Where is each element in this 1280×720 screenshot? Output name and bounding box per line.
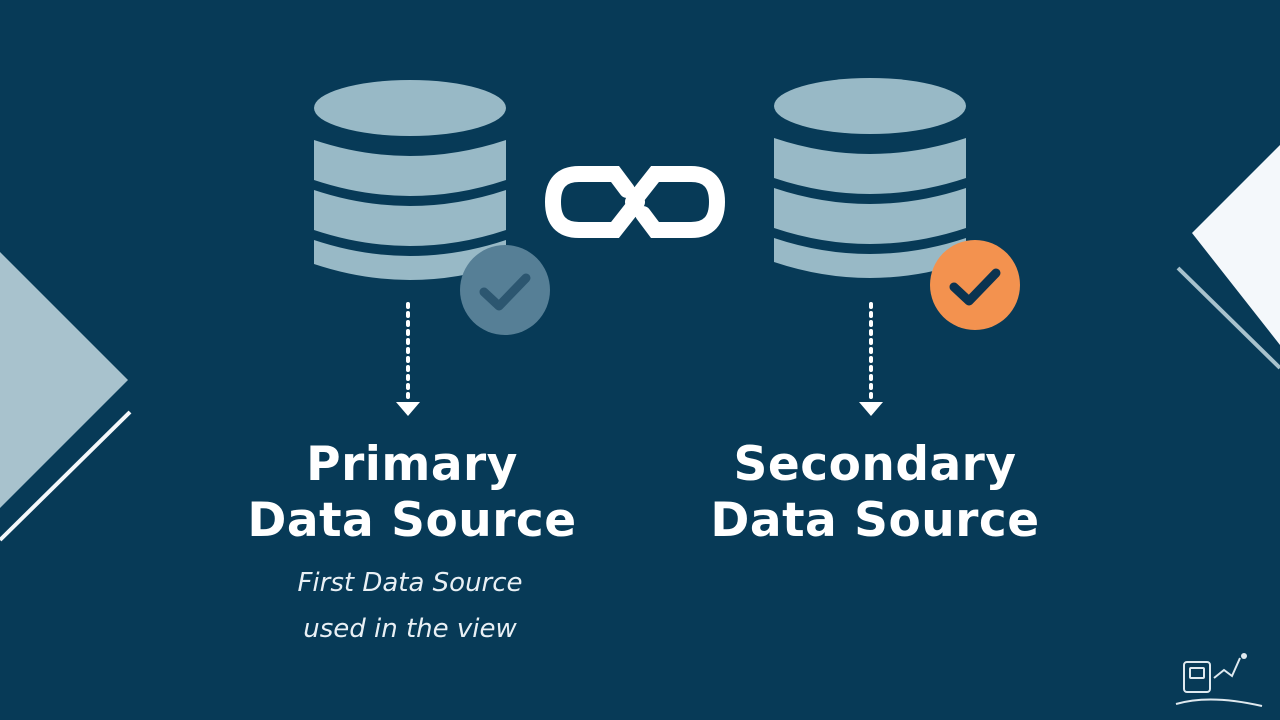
right-line-decoration — [1176, 266, 1280, 370]
primary-data-source-description: First Data Source used in the view — [250, 560, 570, 652]
primary-check-circle-icon — [460, 245, 550, 335]
primary-title-line-2: Data Source — [247, 493, 577, 548]
secondary-dotted-arrow-down-icon — [859, 302, 883, 416]
primary-data-source-title: Primary Data Source — [232, 437, 592, 549]
chain-link-icon — [545, 166, 725, 238]
slide: Primary Data Source Secondary Data Sourc… — [0, 0, 1280, 720]
primary-subtitle-line-1: First Data Source — [297, 568, 523, 598]
secondary-check-circle-icon — [930, 240, 1020, 330]
left-line-decoration — [0, 410, 132, 542]
secondary-data-source-title: Secondary Data Source — [690, 437, 1060, 549]
left-triangle-decoration — [0, 252, 128, 508]
logo-icon — [1175, 653, 1263, 707]
primary-title-line-1: Primary — [306, 437, 518, 492]
background-decoration — [0, 145, 1280, 542]
primary-subtitle-line-2: used in the view — [303, 614, 517, 644]
right-triangle-decoration — [1192, 145, 1280, 345]
primary-dotted-arrow-down-icon — [396, 302, 420, 416]
secondary-title-line-1: Secondary — [733, 437, 1017, 492]
secondary-title-line-2: Data Source — [710, 493, 1040, 548]
